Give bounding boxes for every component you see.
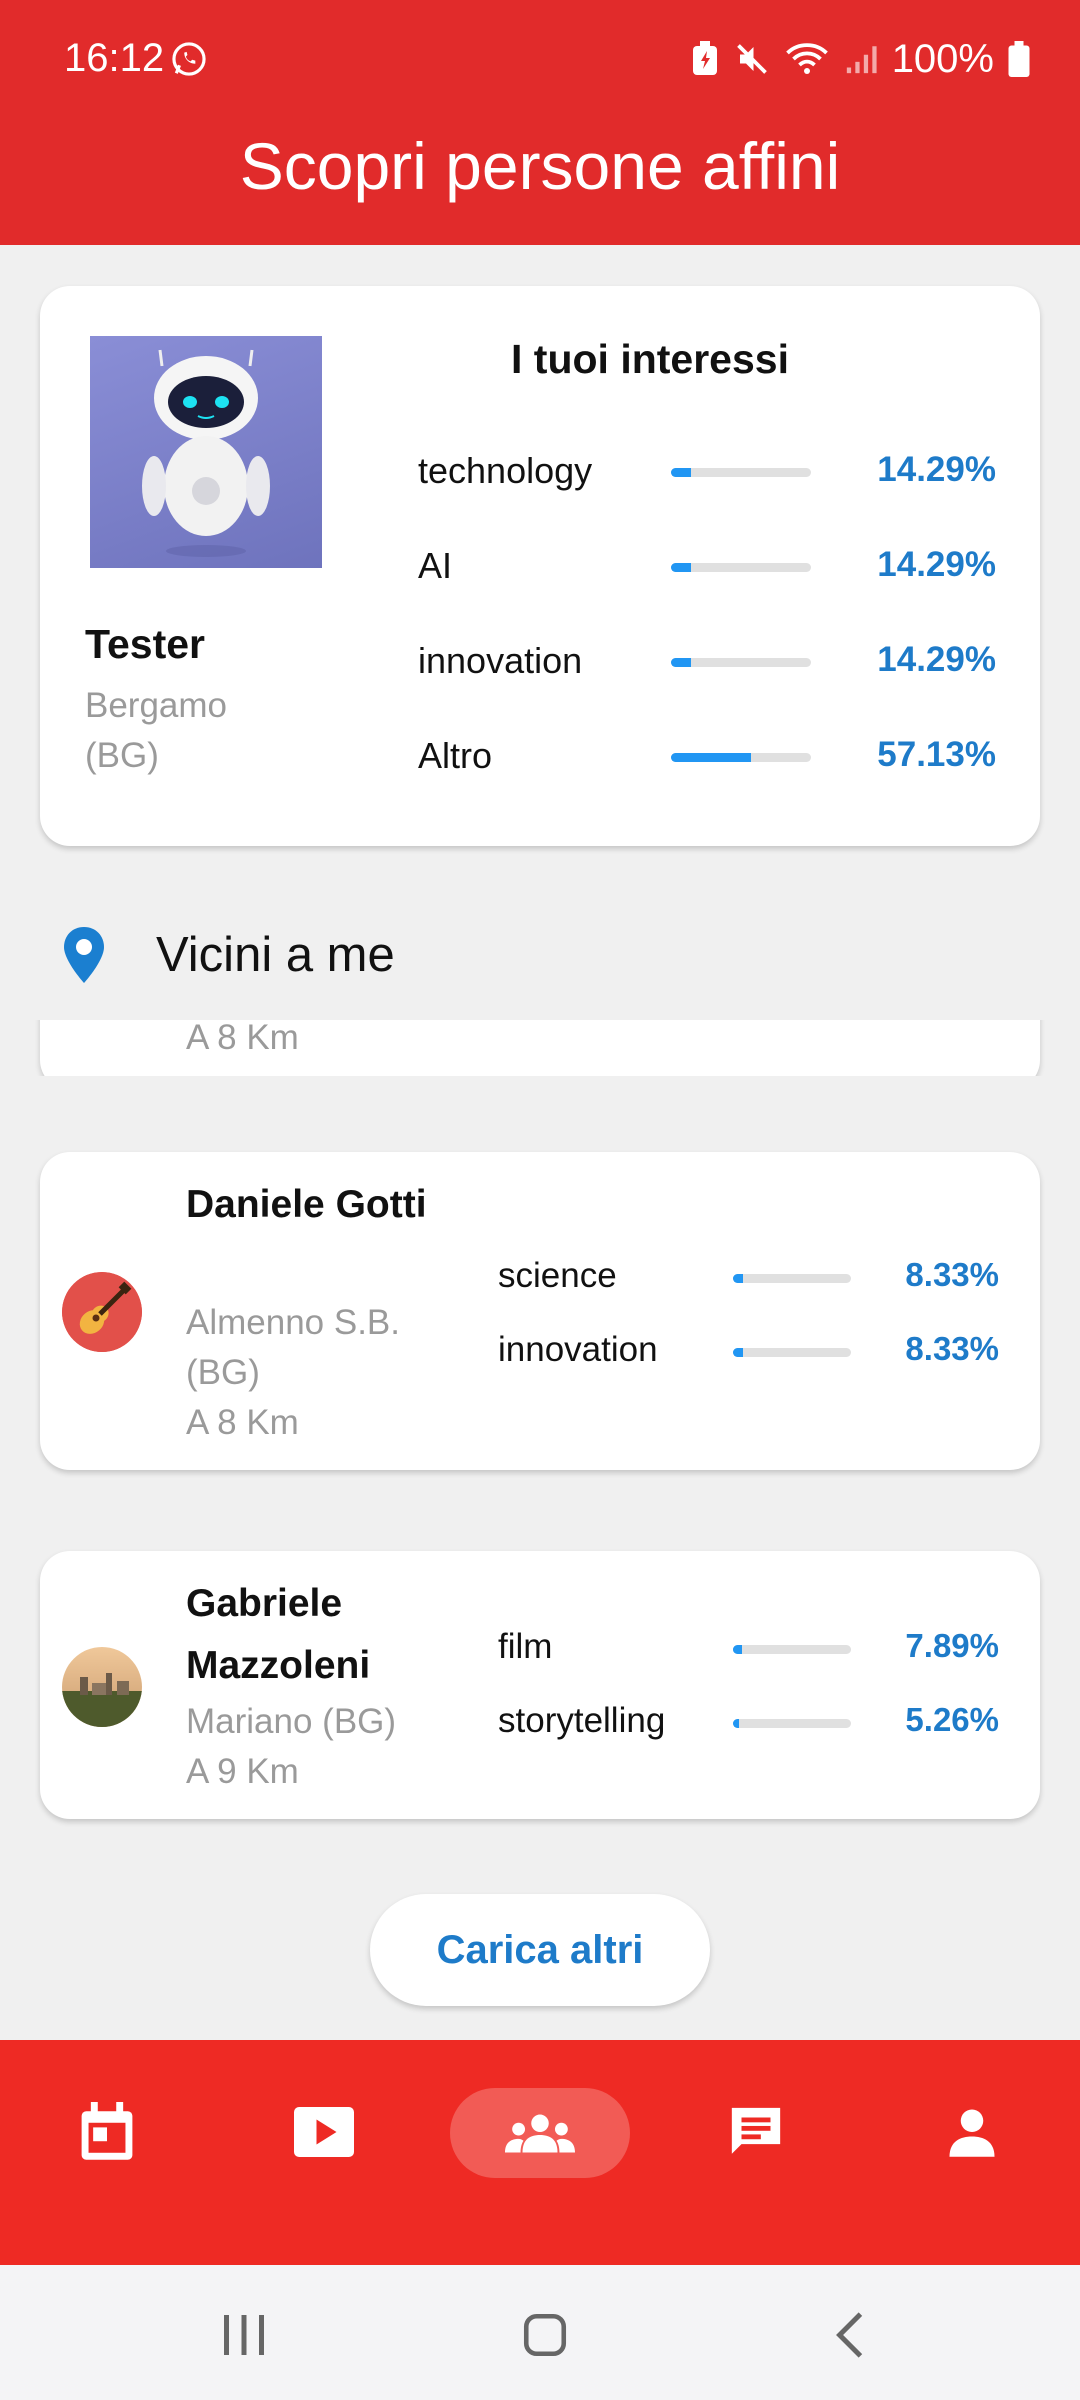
interest-bar (671, 563, 811, 572)
profile-name: Tester (85, 621, 206, 667)
interest-percent: 5.26% (905, 1701, 999, 1738)
interest-percent: 14.29% (877, 640, 996, 679)
interests-title: I tuoi interessi (511, 336, 789, 382)
interest-percent: 7.89% (905, 1627, 999, 1664)
interest-row: science 8.33% (498, 1252, 1028, 1302)
nav-videos[interactable] (264, 2088, 384, 2176)
interest-percent: 14.29% (877, 545, 996, 584)
nav-chat[interactable] (696, 2088, 816, 2176)
nearby-section-header: Vicini a me (60, 920, 395, 990)
page-title: Scopri persone affini (239, 129, 841, 203)
interest-label: film (498, 1627, 553, 1666)
profile-avatar[interactable] (90, 336, 322, 568)
interest-label: science (498, 1256, 617, 1295)
interest-percent: 8.33% (905, 1256, 999, 1293)
recent-apps-button[interactable] (214, 2305, 274, 2365)
interest-label: Altro (418, 735, 493, 776)
whatsapp-icon (172, 42, 206, 76)
wifi-icon (785, 43, 828, 74)
load-more-button[interactable]: Carica altri (370, 1894, 710, 2006)
guitar-avatar-icon (62, 1272, 142, 1352)
nav-people[interactable] (450, 2088, 630, 2178)
list-scroll-area: A 8 Km (0, 1020, 1080, 1076)
interest-row: Altro 57.13% (418, 731, 1018, 781)
interest-row: innovation 8.33% (498, 1326, 1028, 1376)
person-distance: A 8 Km (186, 1403, 299, 1442)
nav-profile[interactable] (912, 2088, 1032, 2176)
status-bar: 16:12 100% (0, 0, 1080, 120)
person-card[interactable]: Gabriele Mazzoleni Mariano (BG) A 9 Km f… (40, 1551, 1040, 1819)
section-title: Vicini a me (156, 928, 395, 982)
app-header: 16:12 100% Scopri persone affini (0, 0, 1080, 245)
interest-label: innovation (418, 640, 583, 681)
back-icon (836, 2312, 863, 2358)
interest-bar (733, 1719, 851, 1728)
person-name: Gabriele Mazzoleni (186, 1582, 371, 1687)
interest-bar (733, 1645, 851, 1654)
status-time: 16:12 (64, 36, 165, 80)
signal-icon (846, 46, 877, 74)
interest-row: AI 14.29% (418, 541, 1018, 591)
back-button[interactable] (820, 2305, 880, 2365)
person-card[interactable]: Daniele Gotti Almenno S.B. (BG) A 8 Km s… (40, 1152, 1040, 1470)
battery-icon (1008, 41, 1030, 77)
person-card[interactable]: A 8 Km (40, 1020, 1040, 1076)
interest-label: innovation (498, 1330, 658, 1369)
interest-bar (671, 753, 811, 762)
person-distance: A 8 Km (186, 1020, 299, 1057)
profile-location: Bergamo (BG) (85, 686, 228, 775)
people-group-icon (505, 2114, 575, 2153)
chat-icon (731, 2107, 781, 2154)
interest-percent: 8.33% (905, 1330, 999, 1367)
robot-avatar-icon (142, 349, 270, 557)
home-icon (523, 2313, 567, 2357)
status-icons: 100% (690, 34, 1030, 84)
calendar-icon (81, 2102, 133, 2160)
nav-calendar[interactable] (47, 2088, 167, 2176)
interest-percent: 57.13% (877, 735, 996, 774)
bottom-navigation (0, 2040, 1080, 2265)
person-avatar[interactable] (62, 1272, 142, 1352)
person-name: Daniele Gotti (186, 1183, 427, 1226)
person-icon (949, 2109, 995, 2157)
my-profile-card[interactable]: Tester Bergamo (BG) I tuoi interessi tec… (40, 286, 1040, 846)
interest-row: film 7.89% (498, 1623, 1028, 1673)
interest-bar (733, 1274, 851, 1283)
interest-label: technology (418, 450, 593, 491)
home-button[interactable] (515, 2305, 575, 2365)
interest-bar (733, 1348, 851, 1357)
interest-row: storytelling 5.26% (498, 1697, 1028, 1747)
mute-icon (736, 44, 767, 74)
city-photo-avatar-icon (62, 1647, 142, 1727)
person-location: Mariano (BG) (186, 1702, 397, 1741)
person-avatar[interactable] (62, 1647, 142, 1727)
recent-apps-icon (224, 2315, 264, 2355)
location-pin-icon (64, 927, 104, 983)
interest-bar (671, 468, 811, 477)
battery-percent: 100% (891, 36, 994, 81)
person-distance: A 9 Km (186, 1752, 299, 1791)
interest-row: technology 14.29% (418, 446, 1018, 496)
interest-label: storytelling (498, 1701, 666, 1740)
interest-label: AI (418, 545, 453, 586)
person-location: Almenno S.B. (BG) (186, 1303, 400, 1392)
video-play-icon (294, 2107, 354, 2157)
battery-saver-icon (692, 41, 717, 75)
interest-percent: 14.29% (877, 450, 996, 489)
system-navigation-bar (0, 2265, 1080, 2400)
interest-bar (671, 658, 811, 667)
interest-row: innovation 14.29% (418, 636, 1018, 686)
